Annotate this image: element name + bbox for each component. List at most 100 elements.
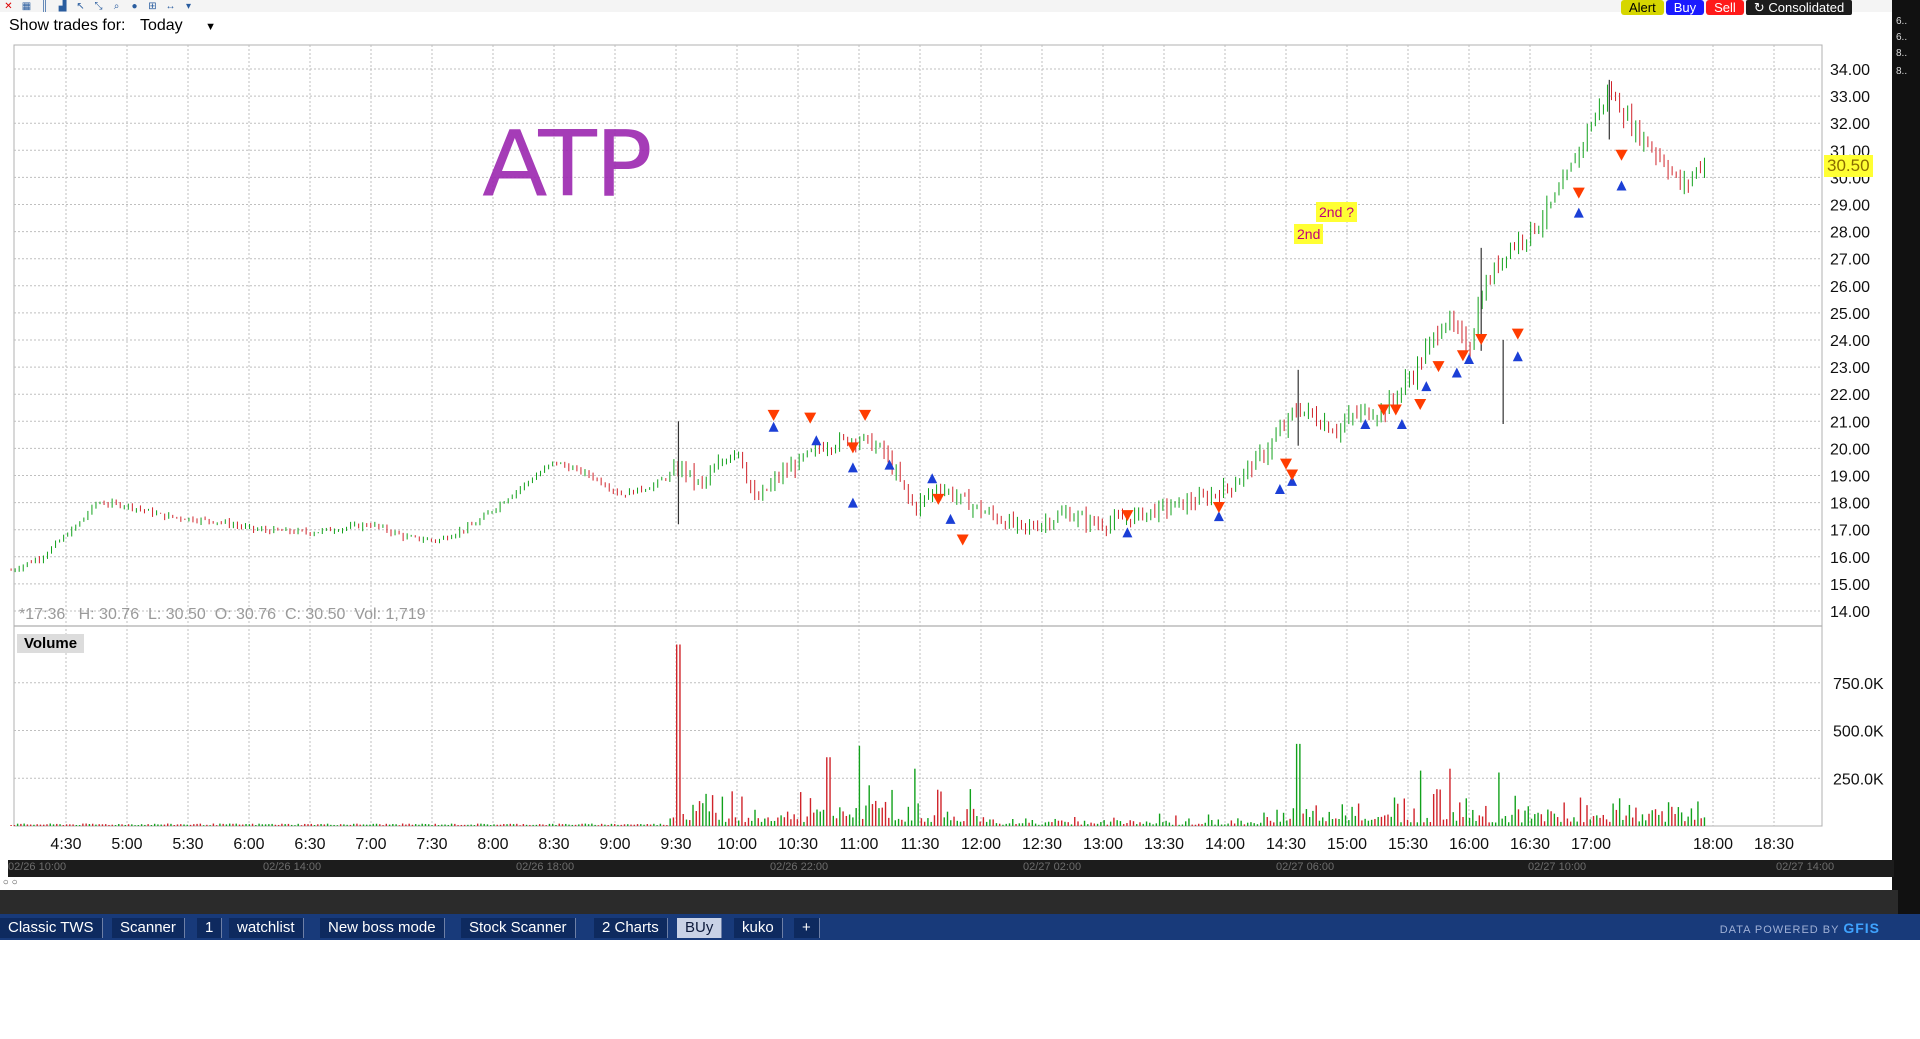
chevron-down-icon[interactable]: ▼ <box>205 21 216 33</box>
workspace-tab[interactable]: Scanner <box>112 918 185 938</box>
price-tick-label: 21.00 <box>1830 414 1870 431</box>
atp-handwritten-annotation: ATP <box>482 110 653 218</box>
last-price-tag: 30.50 <box>1824 155 1873 177</box>
workspace-tab[interactable]: Classic TWS <box>0 918 103 938</box>
price-tick-label: 22.00 <box>1830 387 1870 404</box>
window-spacer <box>0 890 1898 914</box>
show-trades-control[interactable]: Show trades for: Today ▼ <box>9 17 216 35</box>
globe-icon[interactable]: ● <box>128 1 141 12</box>
workspace-tab[interactable]: 1 <box>197 918 223 938</box>
powered-by-label: DATA POWERED BY <box>1719 924 1840 936</box>
time-tick-label: 6:30 <box>294 836 325 853</box>
date-marker: 02/27 06:00 <box>1276 861 1335 873</box>
date-marker: 02/26 10:00 <box>8 861 67 873</box>
workspace-tab[interactable]: 2 Charts <box>594 918 668 938</box>
time-tick-label: 16:00 <box>1449 836 1489 853</box>
price-tick-label: 29.00 <box>1830 198 1870 215</box>
volume-tick-label: 250.0K <box>1833 771 1884 788</box>
time-tick-label: 12:30 <box>1022 836 1062 853</box>
time-tick-label: 13:30 <box>1144 836 1184 853</box>
cursor-icon[interactable]: ↖ <box>74 1 87 12</box>
gfis-logo: GFIS <box>1843 920 1880 936</box>
volume-panel-label: Volume <box>17 634 85 653</box>
price-tick-label: 23.00 <box>1830 360 1870 377</box>
price-tick-label: 20.00 <box>1830 441 1870 458</box>
price-tick-label: 24.00 <box>1830 333 1870 350</box>
dropdown-icon[interactable]: ▾ <box>182 1 195 12</box>
show-trades-select[interactable]: Today <box>140 17 183 34</box>
price-tick-label: 28.00 <box>1830 225 1870 242</box>
time-tick-label: 6:00 <box>233 836 264 853</box>
time-tick-label: 15:30 <box>1388 836 1428 853</box>
time-tick-label: 10:00 <box>717 836 757 853</box>
time-tick-label: 10:30 <box>778 836 818 853</box>
chart-note[interactable]: 2nd ? <box>1316 202 1358 222</box>
time-tick-label: 9:30 <box>660 836 691 853</box>
price-tick-label: 27.00 <box>1830 252 1870 269</box>
magnifier-icon[interactable]: ⌕ <box>110 1 123 12</box>
zoom-icon[interactable]: ⤡ <box>92 1 105 12</box>
date-marker: 02/26 14:00 <box>263 861 322 873</box>
date-marker: 02/27 02:00 <box>1023 861 1082 873</box>
alert-button[interactable]: Alert <box>1621 0 1664 15</box>
price-volume-chart[interactable]: 34.0033.0032.0031.0030.0029.0028.0027.00… <box>0 36 1900 916</box>
time-tick-label: 5:30 <box>172 836 203 853</box>
powered-by: DATA POWERED BY GFIS <box>1720 920 1880 936</box>
side-tick: 6.. <box>1896 16 1908 27</box>
price-tick-label: 26.00 <box>1830 279 1870 296</box>
workspace-tab[interactable]: BUy <box>677 918 723 938</box>
workspace-tab[interactable]: watchlist <box>229 918 304 938</box>
workspace-tab[interactable]: kuko <box>734 918 783 938</box>
price-tick-label: 34.00 <box>1830 62 1870 79</box>
date-marker: 02/26 22:00 <box>770 861 829 873</box>
time-tick-label: 15:00 <box>1327 836 1367 853</box>
bars-icon[interactable]: ║ <box>38 1 51 12</box>
split-icon[interactable]: ⊞ <box>146 1 159 12</box>
chart-note[interactable]: 2nd <box>1294 224 1324 244</box>
navigator-controls[interactable]: ○ ○ <box>0 877 1894 889</box>
time-tick-label: 14:30 <box>1266 836 1306 853</box>
sell-button[interactable]: Sell <box>1706 0 1744 15</box>
price-tick-label: 33.00 <box>1830 89 1870 106</box>
plot-background <box>14 45 1822 835</box>
workspace-tab[interactable]: Stock Scanner <box>461 918 576 938</box>
consolidated-label: Consolidated <box>1768 0 1845 15</box>
price-tick-label: 14.00 <box>1830 604 1870 621</box>
price-tick-label: 25.00 <box>1830 306 1870 323</box>
date-navigator[interactable]: 02/26 10:00 02/26 14:00 02/26 18:00 02/26 2… <box>8 860 1894 877</box>
time-tick-label: 8:00 <box>477 836 508 853</box>
time-tick-label: 5:00 <box>111 836 142 853</box>
toolbar-icons: ✕ ▦ ║ ▟ ↖ ⤡ ⌕ ● ⊞ ↔ ▾ <box>2 0 195 12</box>
time-tick-label: 8:30 <box>538 836 569 853</box>
time-tick-label: 18:30 <box>1754 836 1794 853</box>
time-tick-label: 18:00 <box>1693 836 1733 853</box>
date-marker: 02/26 18:00 <box>516 861 575 873</box>
date-marker: 02/27 10:00 <box>1528 861 1587 873</box>
price-tick-label: 16.00 <box>1830 550 1870 567</box>
price-tick-label: 18.00 <box>1830 496 1870 513</box>
price-tick-label: 19.00 <box>1830 469 1870 486</box>
arrows-icon[interactable]: ↔ <box>164 1 177 12</box>
volume-tick-label: 500.0K <box>1833 724 1884 741</box>
panel-icon[interactable]: ▦ <box>20 1 33 12</box>
price-tick-label: 17.00 <box>1830 523 1870 540</box>
add-tab-button[interactable]: + <box>794 918 820 938</box>
volume-tick-label: 750.0K <box>1833 676 1884 693</box>
chart-window: ✕ ▦ ║ ▟ ↖ ⤡ ⌕ ● ⊞ ↔ ▾ Show trades for: Today ▼ Ale… <box>0 0 1920 1039</box>
date-marker: 02/27 14:00 <box>1776 861 1835 873</box>
consolidated-button[interactable]: ↻ Consolidated <box>1745 0 1853 15</box>
time-tick-label: 16:30 <box>1510 836 1550 853</box>
time-tick-label: 17:00 <box>1571 836 1611 853</box>
close-icon[interactable]: ✕ <box>2 1 15 12</box>
ohlc-readout: *17:36 H: 30.76 L: 30.50 O: 30.76 C: 30.… <box>19 606 426 623</box>
show-trades-label: Show trades for: <box>9 17 126 34</box>
chart-icon[interactable]: ▟ <box>56 1 69 12</box>
workspace-tab-bar: DATA POWERED BY GFIS Classic TWS Scanner 1… <box>0 914 1920 940</box>
order-buttons: Alert Buy Sell ↻ Consolidated <box>1621 0 1853 15</box>
time-tick-label: 13:00 <box>1083 836 1123 853</box>
time-tick-label: 7:30 <box>416 836 447 853</box>
time-tick-label: 11:00 <box>840 836 879 853</box>
workspace-tab[interactable]: New boss mode <box>320 918 445 938</box>
buy-button[interactable]: Buy <box>1665 0 1705 15</box>
price-tick-label: 15.00 <box>1830 577 1870 594</box>
